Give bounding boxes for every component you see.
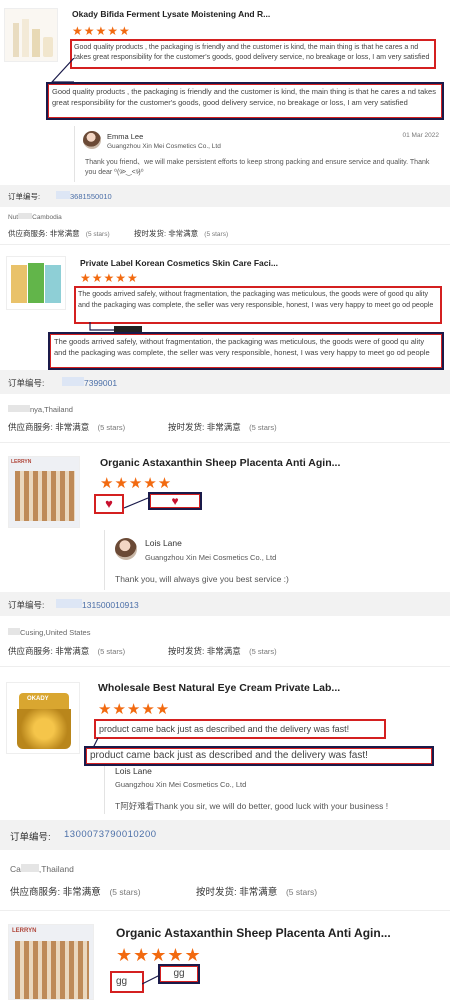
on-time-shipping-rating: 按时发货: 非常满意 (5 stars) <box>168 646 277 656</box>
on-time-shipping-rating: 按时发货: 非常满意 (5 stars) <box>196 887 318 898</box>
rating-stars: ★★★★★ <box>72 24 131 38</box>
order-label: 订单编号: <box>10 832 51 843</box>
reply-company: Guangzhou Xin Mei Cosmetics Co., Ltd <box>107 143 221 150</box>
seller-reply: Emma Lee Guangzhou Xin Mei Cosmetics Co.… <box>74 126 445 182</box>
review-comment-highlight: ♥ <box>148 492 202 510</box>
order-number[interactable]: 1300073790010200 <box>64 829 157 840</box>
review-comment-highlight: gg <box>158 964 200 984</box>
order-bar: 订单编号: 3681550010 <box>0 185 450 207</box>
reply-author: Lois Lane <box>145 538 182 548</box>
rating-stars: ★★★★★ <box>98 701 171 718</box>
review-comment-highlight: product came back just as described and … <box>84 746 434 766</box>
reply-date: 01 Mar 2022 <box>402 132 440 139</box>
order-number[interactable]: 131500010913 <box>56 599 139 610</box>
avatar <box>115 538 137 560</box>
order-label: 订单编号: <box>8 192 41 201</box>
divider <box>0 442 450 443</box>
supplier-service-rating: 供应商服务: 非常满意 (5 stars) <box>10 887 141 898</box>
review-comment-highlight: The goods arrived safely, without fragme… <box>48 332 444 370</box>
reply-text: Thank you friend、we will make persistent… <box>85 159 430 176</box>
on-time-shipping-rating: 按时发货: 非常满意 (5 stars) <box>168 422 277 432</box>
order-number[interactable]: 3681550010 <box>56 191 112 201</box>
product-image-astaxanthin[interactable]: LERRYN <box>8 924 94 1000</box>
order-label: 订单编号: <box>8 378 45 388</box>
review-comment-highlight: Good quality products , the packaging is… <box>46 82 444 120</box>
order-bar: 订单编号: 1300073790010200 <box>0 820 450 850</box>
product-title[interactable]: Organic Astaxanthin Sheep Placenta Anti … <box>116 926 446 940</box>
review-comment: Good quality products , the packaging is… <box>70 39 436 69</box>
order-bar: 订单编号: 7399001 <box>0 370 450 394</box>
product-image-eye-cream[interactable]: OKADY <box>6 682 80 754</box>
reply-author: Emma Lee <box>107 132 144 141</box>
seller-reply: Lois Lane Guangzhou Xin Mei Cosmetics Co… <box>104 530 445 590</box>
supplier-service-rating: 供应商服务: 非常满意 (5 stars) <box>8 229 110 238</box>
product-image-astaxanthin[interactable]: LERRYN <box>8 456 80 528</box>
buyer-location: Cusing,United States <box>8 628 90 637</box>
order-number[interactable]: 7399001 <box>62 377 117 388</box>
order-bar: 订单编号: 131500010913 <box>0 592 450 616</box>
avatar <box>83 131 101 149</box>
product-title[interactable]: Organic Astaxanthin Sheep Placenta Anti … <box>100 457 430 469</box>
supplier-service-rating: 供应商服务: 非常满意 (5 stars) <box>8 646 126 656</box>
rating-stars: ★★★★★ <box>116 945 202 965</box>
divider <box>0 910 450 911</box>
product-image-okady[interactable] <box>4 8 58 62</box>
reply-author: Lois Lane <box>115 766 152 776</box>
reply-text: T阿好难看Thank you sir, we will do better, g… <box>115 801 389 811</box>
buyer-location: nya,Thailand <box>8 405 73 414</box>
buyer-location: Ca ,Thailand <box>10 864 74 874</box>
seller-reply: Lois Lane Guangzhou Xin Mei Cosmetics Co… <box>104 766 445 814</box>
review-comment: product came back just as described and … <box>94 719 386 739</box>
buyer-location: Nut Cambodia <box>8 213 62 221</box>
rating-stars: ★★★★★ <box>100 475 173 492</box>
reply-text: Thank you, will always give you best ser… <box>115 574 289 584</box>
product-image-masks[interactable] <box>6 256 66 310</box>
supplier-service-rating: 供应商服务: 非常满意 (5 stars) <box>8 422 126 432</box>
order-label: 订单编号: <box>8 600 45 610</box>
review-comment: The goods arrived safely, without fragme… <box>74 286 442 324</box>
review-comment: ♥ <box>94 494 124 514</box>
product-title[interactable]: Wholesale Best Natural Eye Cream Private… <box>98 682 438 694</box>
reply-company: Guangzhou Xin Mei Cosmetics Co., Ltd <box>115 780 247 789</box>
on-time-shipping-rating: 按时发货: 非常满意 (5 stars) <box>134 229 229 238</box>
product-title[interactable]: Private Label Korean Cosmetics Skin Care… <box>80 258 380 268</box>
review-comment: gg <box>110 971 144 993</box>
divider <box>0 666 450 667</box>
rating-stars: ★★★★★ <box>80 271 139 285</box>
divider <box>0 244 450 245</box>
reply-company: Guangzhou Xin Mei Cosmetics Co., Ltd <box>145 553 277 562</box>
product-title[interactable]: Okady Bifida Ferment Lysate Moistening A… <box>72 9 372 19</box>
